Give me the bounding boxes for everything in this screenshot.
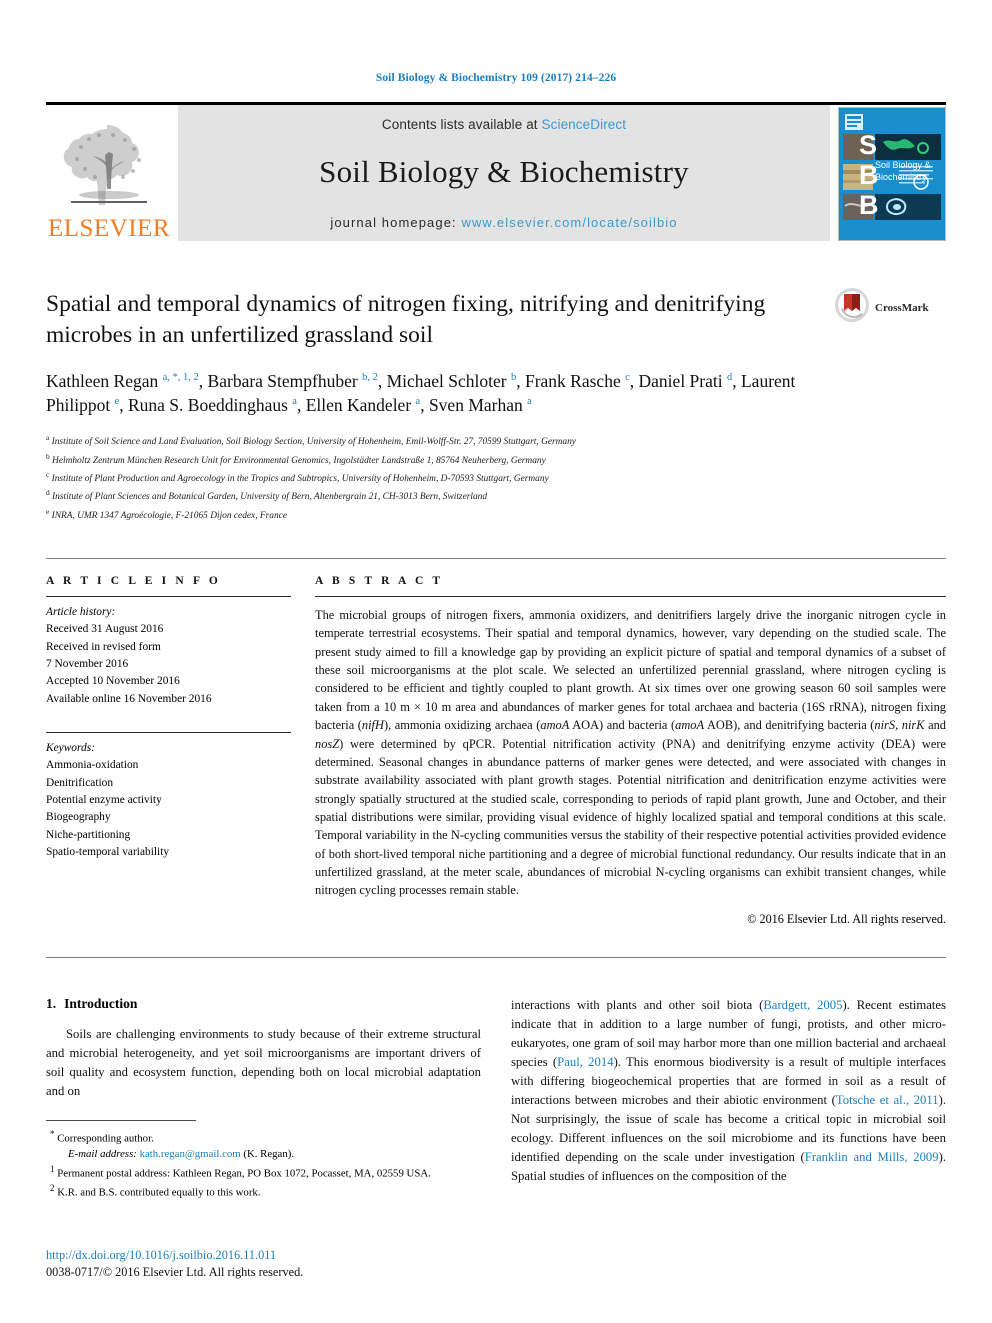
journal-banner-box: Contents lists available at ScienceDirec… [178,105,830,241]
keywords-rule [46,731,291,733]
section-number: 1. [46,995,57,1011]
journal-banner: ELSEVIER Contents lists available at Sci… [46,102,946,241]
affiliation-text: Institute of Soil Science and Land Evalu… [51,437,576,448]
journal-cover-image: Soil Biology & Biochemistry S B B [838,107,946,241]
svg-text:Biochemistry: Biochemistry [875,172,927,182]
history-item: Available online 16 November 2016 [46,692,212,705]
affiliation-text: Institute of Plant Sciences and Botanica… [52,492,488,503]
footnote-item: 2 K.R. and B.S. contributed equally to t… [46,1182,481,1201]
affiliation-mark: c [46,469,50,479]
bottom-metadata: http://dx.doi.org/10.1016/j.soilbio.2016… [46,1247,506,1281]
crossmark-icon [834,287,870,328]
author-list: Kathleen Regan a, *, 1, 2, Barbara Stemp… [46,370,796,416]
keywords-block: Keywords: Ammonia-oxidation Denitrificat… [46,725,291,861]
contents-prefix: Contents lists available at [381,117,538,132]
affiliation-mark: e [46,506,50,516]
homepage-prefix: journal homepage: [330,215,457,230]
article-page: Soil Biology & Biochemistry 109 (2017) 2… [0,0,992,1323]
article-info-heading: A R T I C L E I N F O [46,574,221,587]
page-title: Spatial and temporal dynamics of nitroge… [46,291,766,349]
journal-homepage-line: journal homepage: www.elsevier.com/locat… [178,215,830,230]
affiliation-item: d Institute of Plant Sciences and Botani… [46,487,828,505]
footnote-text: K.R. and B.S. contributed equally to thi… [57,1186,261,1199]
doi-link[interactable]: http://dx.doi.org/10.1016/j.soilbio.2016… [46,1247,506,1264]
footnote-mark: 2 [50,1183,55,1194]
affiliation-list: a Institute of Soil Science and Land Eva… [46,432,828,524]
footnote-rule [46,1120,196,1121]
introduction-heading: 1. Introduction [46,996,481,1012]
footnote-mark: * [50,1129,55,1139]
affiliation-mark: b [46,451,50,461]
keyword-item: Spatio-temporal variability [46,845,170,858]
elsevier-tree-icon [55,119,163,215]
keyword-item: Biogeography [46,811,111,824]
abstract-heading: A B S T R A C T [315,574,444,587]
crossmark-label: CrossMark [875,301,929,314]
article-history-label: Article history: [46,605,116,618]
title-block: CrossMark Spatial and temporal dynamics … [46,287,946,524]
svg-text:B: B [859,160,879,190]
history-item: Received in revised form [46,640,161,653]
footnote-text[interactable]: E-mail address: kath.regan@gmail.com (K.… [68,1148,294,1160]
svg-text:S: S [859,130,877,160]
info-abstract-section: A R T I C L E I N F O Article history: R… [46,557,946,927]
affiliation-text: Helmholtz Zentrum München Research Unit … [52,455,546,466]
elsevier-wordmark: ELSEVIER [47,215,171,242]
keyword-item: Denitrification [46,776,114,789]
footnote-item: * Corresponding author. [46,1128,481,1147]
keywords-label: Keywords: [46,741,95,754]
footnote-mark: 1 [50,1163,55,1174]
affiliation-mark: a [46,433,50,443]
keyword-item: Niche-partitioning [46,828,131,841]
history-item: Received 31 August 2016 [46,623,164,636]
history-item: 7 November 2016 [46,657,129,670]
journal-title: Soil Biology & Biochemistry [319,154,689,189]
keywords-list: Keywords: Ammonia-oxidation Denitrificat… [46,740,291,861]
section-divider [46,956,946,958]
footnote-text: Permanent postal address: Kathleen Regan… [57,1167,431,1180]
footnote-text: Corresponding author. [57,1132,154,1145]
body-column-right: interactions with plants and other soil … [511,996,946,1186]
article-info-column: A R T I C L E I N F O Article history: R… [46,575,315,927]
elsevier-logo: ELSEVIER [46,105,172,241]
affiliation-item: e INRA, UMR 1347 Agroécologie, F-21065 D… [46,506,828,524]
svg-text:Soil Biology &: Soil Biology & [875,160,931,170]
affiliation-item: b Helmholtz Zentrum München Research Uni… [46,451,828,469]
svg-text:B: B [859,190,879,220]
article-history: Article history: Received 31 August 2016… [46,597,291,708]
issn-copyright-line: 0038-0717/© 2016 Elsevier Ltd. All right… [46,1265,304,1280]
introduction-paragraph-left: Soils are challenging environments to st… [46,1026,481,1098]
affiliation-text: INRA, UMR 1347 Agroécologie, F-21065 Dij… [51,510,287,521]
abstract-text: The microbial groups of nitrogen fixers,… [315,607,946,898]
introduction-paragraph-right: interactions with plants and other soil … [511,997,947,1184]
keyword-item: Potential enzyme activity [46,793,162,806]
footnote-block: * Corresponding author. E-mail address: … [46,1120,481,1201]
crossmark-badge[interactable]: CrossMark [834,287,946,328]
homepage-url-link[interactable]: www.elsevier.com/locate/soilbio [461,215,677,230]
abstract-copyright: © 2016 Elsevier Ltd. All rights reserved… [747,911,946,926]
running-head: Soil Biology & Biochemistry 109 (2017) 2… [375,72,617,84]
history-item: Accepted 10 November 2016 [46,675,180,688]
footnote-item: 1 Permanent postal address: Kathleen Reg… [46,1163,481,1182]
abstract-column: A B S T R A C T The microbial groups of … [315,575,946,927]
sciencedirect-link[interactable]: ScienceDirect [542,117,627,132]
contents-line: Contents lists available at ScienceDirec… [178,117,830,132]
keyword-item: Ammonia-oxidation [46,759,139,772]
affiliation-item: c Institute of Plant Production and Agro… [46,469,828,487]
affiliation-item: a Institute of Soil Science and Land Eva… [46,432,828,450]
affiliation-text: Institute of Plant Production and Agroec… [51,474,549,485]
footnote-item: E-mail address: kath.regan@gmail.com (K.… [46,1147,481,1163]
section-title: Introduction [64,995,138,1011]
affiliation-mark: d [46,488,50,498]
